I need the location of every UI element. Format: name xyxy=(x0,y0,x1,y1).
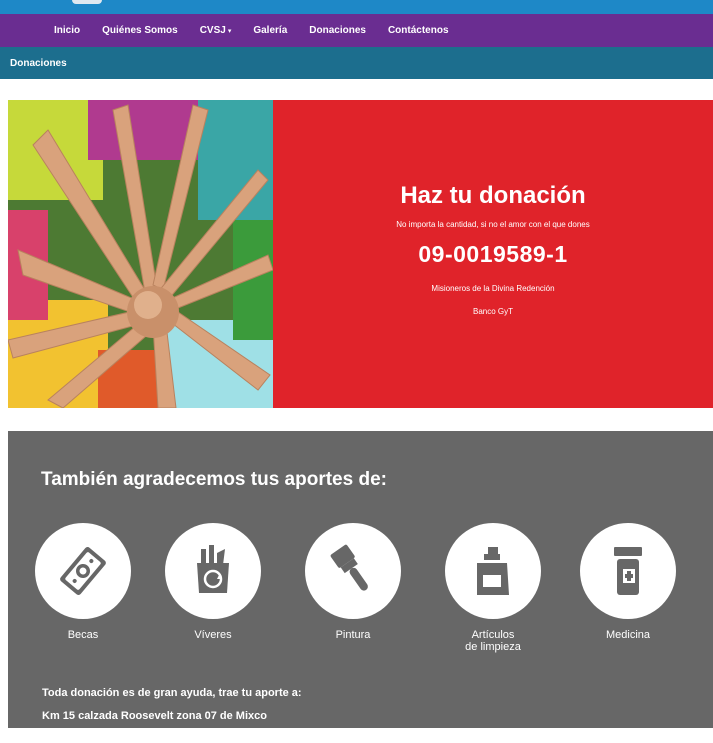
logo-fragment xyxy=(72,0,102,4)
chevron-down-icon: ▾ xyxy=(227,28,232,35)
contributions-title: También agradecemos tus aportes de: xyxy=(41,469,387,490)
nav-item-donaciones[interactable]: Donaciones xyxy=(309,25,366,36)
donation-info-panel: Haz tu donación No importa la cantidad, … xyxy=(273,100,713,408)
contributions-panel: También agradecemos tus aportes de: Beca… xyxy=(8,431,713,728)
contribution-label: Becas xyxy=(67,629,99,641)
account-number: 09-0019589-1 xyxy=(418,241,568,267)
contribution-item-pintura: Pintura xyxy=(298,523,408,641)
contribution-label: Víveres xyxy=(194,629,232,641)
medicine-bottle-icon xyxy=(580,523,676,619)
contribution-label-line-1: Artículos xyxy=(471,629,515,641)
contribution-label: Pintura xyxy=(335,629,371,641)
hands-together-image xyxy=(8,100,273,408)
donation-title: Haz tu donación xyxy=(400,182,586,209)
nav-item-cvsj-label: CVSJ xyxy=(199,25,226,36)
donation-hero: Haz tu donación No importa la cantidad, … xyxy=(8,100,713,408)
nav-item-quienes-somos[interactable]: Quiénes Somos xyxy=(102,25,178,36)
money-icon xyxy=(35,523,131,619)
top-bar xyxy=(0,0,713,14)
breadcrumb: Donaciones xyxy=(10,57,67,69)
main-nav: Inicio Quiénes Somos CVSJ ▾ Galería Donac… xyxy=(0,14,713,47)
page-title-bar: Donaciones xyxy=(0,47,713,79)
nav-item-inicio[interactable]: Inicio xyxy=(54,25,80,36)
donation-address: Km 15 calzada Roosevelt zona 07 de Mixco xyxy=(42,710,267,722)
nav-item-cvsj[interactable]: CVSJ ▾ xyxy=(200,25,232,36)
contribution-item-medicina: Medicina xyxy=(573,523,683,641)
contribution-label-line-2: de limpieza xyxy=(465,641,521,653)
contribution-item-viveres: Víveres xyxy=(158,523,268,641)
donation-subtitle: No importa la cantidad, si no el amor co… xyxy=(396,220,590,229)
bank-name: Banco GyT xyxy=(472,307,513,316)
hands-photo-illustration xyxy=(8,100,273,408)
donation-note: Toda donación es de gran ayuda, trae tu … xyxy=(42,687,302,699)
account-holder: Misioneros de la Divina Redención xyxy=(431,284,555,293)
contribution-item-limpieza: Artículos de limpieza xyxy=(438,523,548,653)
groceries-icon xyxy=(165,523,261,619)
paintbrush-icon xyxy=(305,523,401,619)
contribution-items: Becas Víveres Pintura Artículos de limpi… xyxy=(28,523,688,653)
contribution-label: Medicina xyxy=(605,629,651,641)
contribution-item-becas: Becas xyxy=(28,523,138,641)
contribution-label: Artículos de limpieza xyxy=(438,629,548,653)
cleaning-bottle-icon xyxy=(445,523,541,619)
nav-item-galeria[interactable]: Galería xyxy=(253,25,287,36)
nav-item-contactenos[interactable]: Contáctenos xyxy=(388,25,449,36)
